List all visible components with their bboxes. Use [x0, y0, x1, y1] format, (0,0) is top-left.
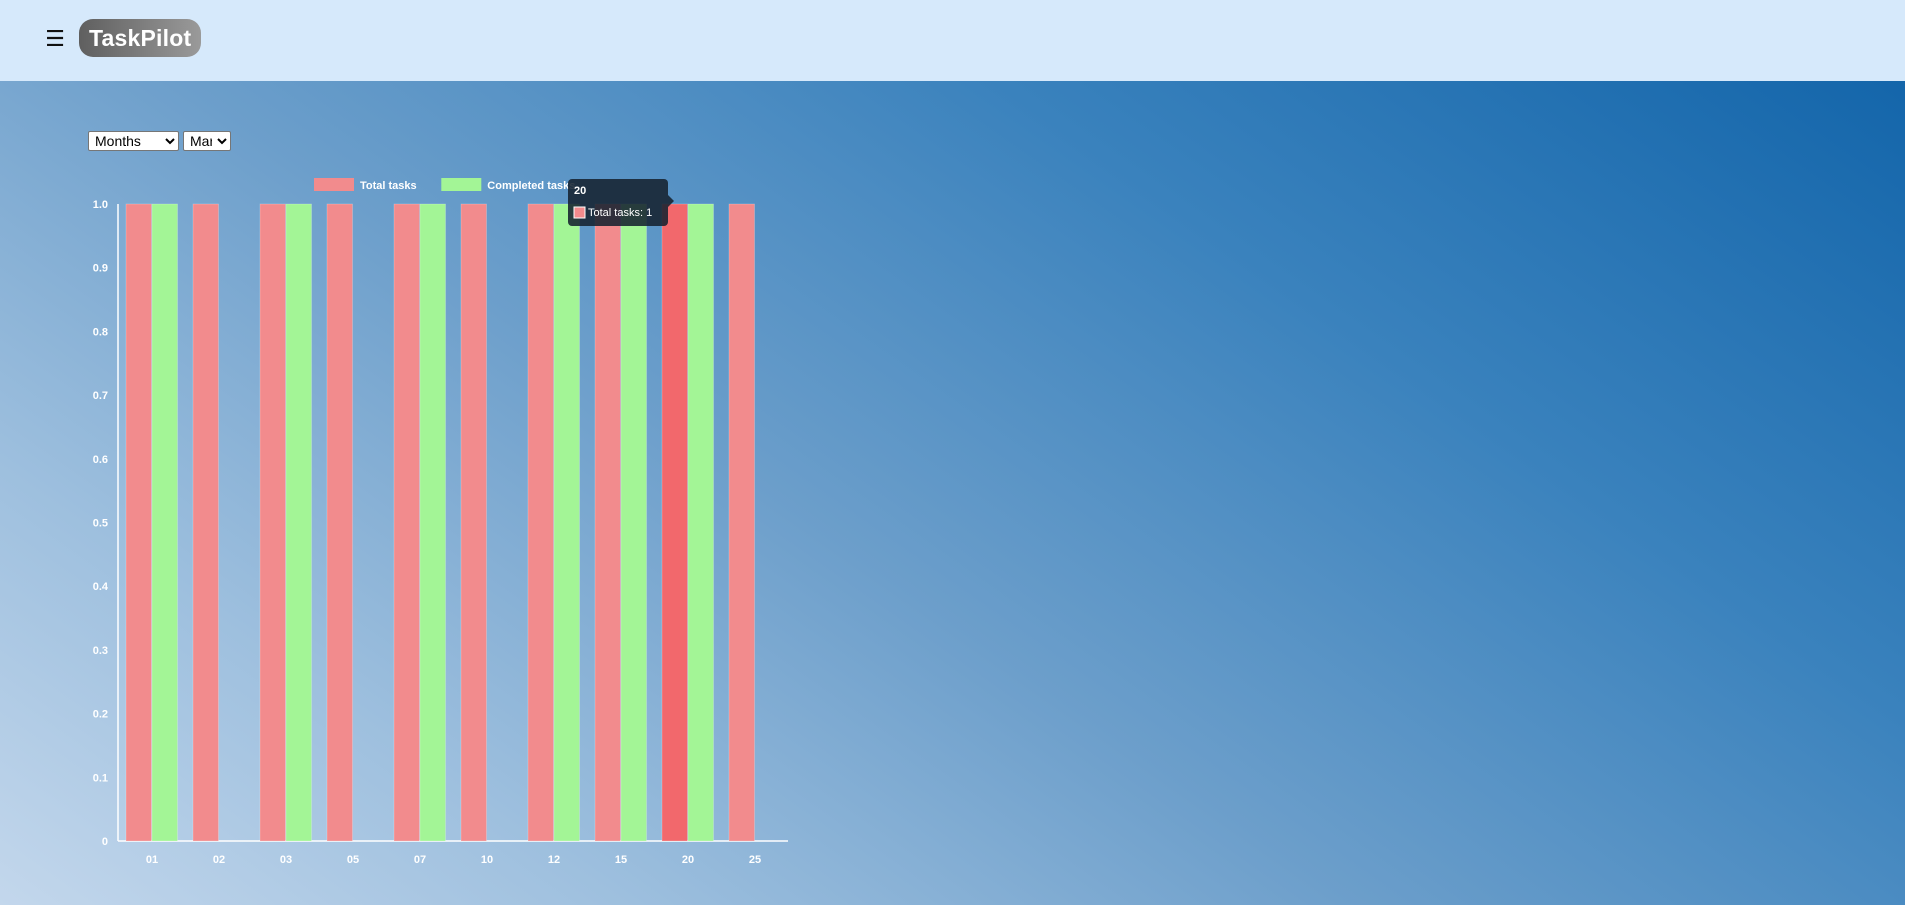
bar-chart: 0 0.1 0.2 0.3 0.4 0.5 0.6 0.7 0.8 0.9 1.0 01 02 03 05 0… — [93, 178, 788, 866]
legend-label: Total tasks — [360, 180, 417, 192]
tooltip-swatch — [573, 206, 586, 219]
bar-total — [460, 203, 487, 842]
hamburger-icon[interactable]: ☰ — [44, 26, 66, 52]
bar-completed — [151, 203, 178, 842]
bar-total — [125, 203, 152, 842]
bar-total — [527, 203, 554, 842]
x-tick-label: 25 — [749, 854, 761, 866]
y-tick-label: 0.3 — [93, 645, 108, 657]
y-tick-label: 0.1 — [93, 772, 108, 784]
bar-total — [661, 203, 688, 842]
y-tick-label: 1.0 — [93, 199, 108, 211]
y-tick-label: 0.7 — [93, 390, 108, 402]
x-tick-label: 12 — [548, 854, 560, 866]
x-tick-label: 07 — [414, 854, 426, 866]
tasks-chart: 0 0.1 0.2 0.3 0.4 0.5 0.6 0.7 0.8 0.9 1.0 01 02 03 05 0… — [80, 170, 800, 880]
x-tick-label: 10 — [481, 854, 493, 866]
x-tick-label: 05 — [347, 854, 359, 866]
y-tick-label: 0 — [102, 836, 108, 848]
bar-total — [326, 203, 353, 842]
top-bar: ☰ TaskPilot — [0, 0, 1905, 81]
y-tick-label: 0.9 — [93, 263, 108, 275]
bar-completed — [553, 203, 580, 842]
y-tick-label: 0.8 — [93, 326, 108, 338]
legend-swatch — [314, 178, 354, 191]
x-tick-label: 15 — [615, 854, 627, 866]
bar-total — [192, 203, 219, 842]
bar-completed — [419, 203, 446, 842]
legend-label: Completed tasks — [487, 180, 575, 192]
tooltip-label: Total tasks: 1 — [588, 207, 652, 219]
x-tick-label: 01 — [146, 854, 158, 866]
x-tick-label: 02 — [213, 854, 225, 866]
month-select[interactable]: Mar — [183, 131, 231, 151]
app-logo[interactable]: TaskPilot — [79, 19, 202, 57]
bar-total — [594, 203, 621, 842]
bar-total — [393, 203, 420, 842]
chart-controls: Months Mar — [88, 131, 231, 151]
bar-total — [728, 203, 755, 842]
bar-completed — [285, 203, 312, 842]
y-tick-label: 0.6 — [93, 454, 108, 466]
x-tick-label: 20 — [682, 854, 694, 866]
bar-total — [259, 203, 286, 842]
y-tick-label: 0.4 — [93, 581, 109, 593]
bar-completed — [687, 203, 714, 842]
tooltip-title: 20 — [574, 185, 586, 197]
x-tick-label: 03 — [280, 854, 292, 866]
bar-completed — [620, 203, 647, 842]
y-tick-label: 0.2 — [93, 709, 108, 721]
y-tick-label: 0.5 — [93, 518, 108, 530]
legend-swatch — [441, 178, 482, 191]
period-select[interactable]: Months — [88, 131, 179, 151]
